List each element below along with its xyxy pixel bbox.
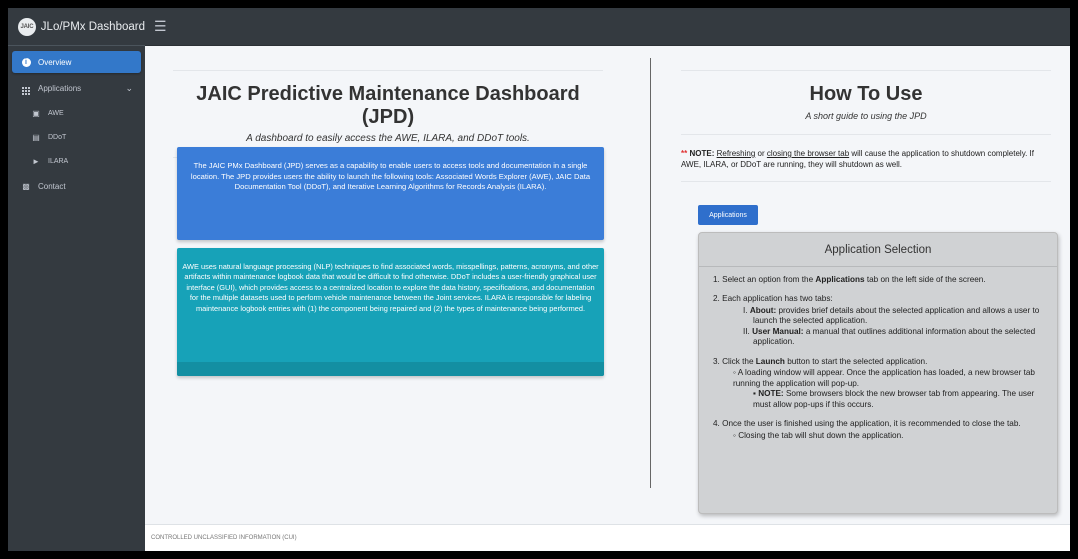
refreshing-link[interactable]: Refreshing [717, 149, 756, 158]
tab-applications[interactable]: Applications [698, 205, 758, 225]
card-footer [177, 362, 604, 376]
square-bullet-icon: ▪ [753, 389, 756, 398]
jpd-description-text: The JAIC PMx Dashboard (JPD) serves as a… [190, 161, 591, 192]
sidebar-item-overview[interactable]: i Overview [12, 51, 141, 73]
divider [681, 181, 1051, 182]
divider [681, 134, 1051, 135]
step-3-line: 3. Click the Launch button to start the … [713, 357, 1043, 368]
file-icon: ▤ [32, 132, 40, 142]
column-divider [650, 58, 651, 488]
brand-link[interactable]: JAIC JLo/PMx Dashboard [8, 8, 145, 46]
divider [173, 70, 603, 71]
sidebar-item-ddot[interactable]: ▤ DDoT [12, 127, 141, 147]
step-3-note: ▪ NOTE: Some browsers block the new brow… [713, 389, 1043, 410]
guide-title: Application Selection [824, 244, 932, 256]
brand-logo: JAIC [18, 17, 36, 36]
divider [681, 70, 1051, 71]
step-bold: Applications [815, 274, 865, 284]
sidebar-item-applications[interactable]: Applications ⌄ [12, 77, 141, 99]
step-4-sub: ◦ Closing the tab will shut down the app… [713, 431, 1043, 442]
step-text: button to start the selected application… [787, 356, 928, 366]
step-text: Closing the tab will shut down the appli… [738, 430, 904, 440]
intro-header: JAIC Predictive Maintenance Dashboard (J… [173, 70, 603, 158]
step-text: 1. Select an option from the [713, 274, 814, 284]
page-subtitle: A dashboard to easily access the AWE, IL… [246, 133, 530, 144]
warning-asterisks: ** [681, 149, 688, 158]
footer: CONTROLLED UNCLASSIFIED INFORMATION (CUI… [145, 524, 1070, 551]
step-text: Some browsers block the new browser tab … [753, 389, 1035, 409]
step-bold: About: [749, 305, 777, 315]
step-2-sublist: I. About: provides brief details about t… [713, 306, 1043, 348]
sidebar-item-label: Contact [38, 181, 66, 191]
how-to-use-section: How To Use A short guide to using the JP… [681, 70, 1051, 182]
brand-title: JLo/PMx Dashboard [40, 20, 145, 33]
tag-icon: ► [32, 156, 40, 166]
step-2-item-ii: II. User Manual: a manual that outlines … [743, 327, 1043, 348]
chevron-down-icon: ⌄ [125, 82, 133, 93]
grid-icon [20, 82, 32, 95]
contact-card-icon: ▩ [22, 181, 30, 191]
sidebar-item-label: Overview [38, 57, 72, 67]
app-window: JAIC JLo/PMx Dashboard ☰ i Overview Appl… [8, 8, 1070, 551]
id-card-icon: ▣ [32, 108, 40, 118]
roman-numeral: I. [743, 305, 748, 315]
divider [699, 265, 1057, 267]
step-bold: User Manual: [752, 326, 804, 336]
step-bold: Launch [755, 356, 785, 366]
step-text: 3. Click the [713, 356, 754, 366]
application-selection-panel: Application Selection 1. Select an optio… [698, 232, 1058, 514]
sidebar: i Overview Applications ⌄ ▣ AWE ▤ DDoT ►… [8, 46, 145, 551]
main-content: JAIC Predictive Maintenance Dashboard (J… [145, 46, 1070, 524]
step-text: 4. Once the user is finished using the a… [713, 419, 1021, 428]
guide-step-4: 4. Once the user is finished using the a… [713, 419, 1043, 441]
note-label: NOTE: [689, 149, 715, 158]
sidebar-item-contact[interactable]: ▩ Contact [12, 175, 141, 197]
guide-step-2: 2. Each application has two tabs: I. Abo… [713, 294, 1043, 348]
circle-bullet-icon: ◦ [733, 368, 736, 377]
roman-numeral: II. [743, 326, 750, 336]
sidebar-item-label: AWE [48, 109, 64, 117]
closing-tab-link[interactable]: closing the browser tab [767, 149, 849, 158]
top-navbar: ☰ [145, 8, 1070, 46]
guide-step-1: 1. Select an option from the Application… [713, 275, 1043, 286]
guide-step-3: 3. Click the Launch button to start the … [713, 357, 1043, 411]
step-2-item-i: I. About: provides brief details about t… [743, 306, 1043, 327]
sidebar-item-awe[interactable]: ▣ AWE [12, 103, 141, 123]
note-or: or [757, 149, 765, 158]
page-title: JAIC Predictive Maintenance Dashboard (J… [196, 83, 580, 128]
sidebar-item-label: DDoT [48, 133, 67, 141]
hamburger-icon[interactable]: ☰ [154, 18, 167, 35]
sidebar-item-ilara[interactable]: ► ILARA [12, 151, 141, 171]
refresh-warning-note: ** NOTE: Refreshing or closing the brows… [681, 149, 1051, 170]
sidebar-item-label: ILARA [48, 157, 69, 165]
info-icon: i [20, 57, 32, 67]
tools-description-text: AWE uses natural language processing (NL… [182, 262, 599, 313]
step-text: provides brief details about the selecte… [753, 305, 1040, 326]
step-bold: NOTE: [758, 389, 784, 398]
how-to-use-title: How To Use [809, 83, 923, 105]
classification-banner: CONTROLLED UNCLASSIFIED INFORMATION (CUI… [151, 535, 297, 541]
step-text: tab on the left side of the screen. [866, 274, 986, 284]
circle-bullet-icon: ◦ [733, 430, 736, 440]
how-to-use-subtitle: A short guide to using the JPD [805, 111, 927, 121]
sidebar-item-label: Applications [38, 83, 82, 93]
step-text: A loading window will appear. Once the a… [733, 368, 1035, 388]
step-text: 2. Each application has two tabs: [713, 294, 833, 303]
jpd-description-card: The JAIC PMx Dashboard (JPD) serves as a… [177, 147, 604, 240]
tools-description-card: AWE uses natural language processing (NL… [177, 248, 604, 376]
step-3-sub: ◦ A loading window will appear. Once the… [713, 368, 1043, 389]
